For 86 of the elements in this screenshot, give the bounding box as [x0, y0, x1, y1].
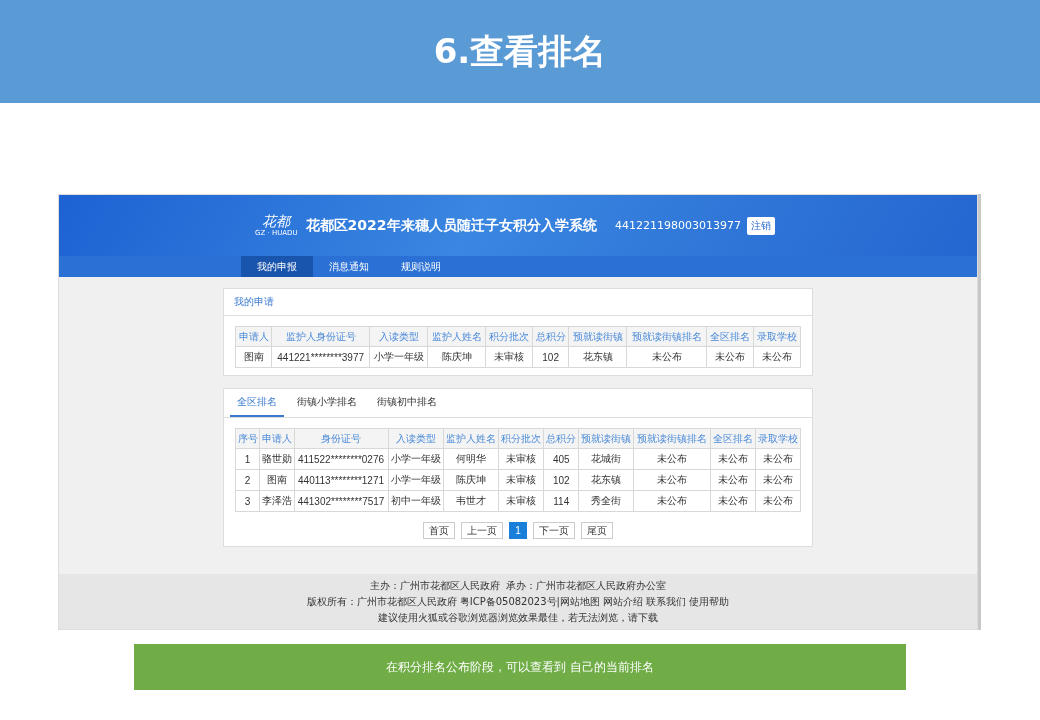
table-cell: 花东镇 [568, 346, 627, 368]
page-button[interactable]: 上一页 [461, 522, 504, 539]
table-cell: 3 [235, 490, 260, 512]
table-cell: 未审核 [498, 469, 544, 491]
scrollbar[interactable] [978, 194, 981, 630]
column-header: 入读类型 [388, 428, 444, 449]
table-cell: 花城街 [578, 448, 634, 470]
table-cell: 2 [235, 469, 260, 491]
column-header: 总积分 [543, 428, 579, 449]
nav-item[interactable]: 消息通知 [313, 256, 385, 277]
table-cell: 未公布 [755, 448, 801, 470]
column-header: 监护人身份证号 [271, 326, 370, 347]
table-cell: 陈庆坤 [427, 346, 486, 368]
footer-text: 版权所有：广州市花都区人民政府 粤ICP备05082023号|网站地图 网站介绍 联系我们 使用帮助 [306, 594, 730, 609]
table-cell: 未审核 [485, 346, 533, 368]
tab[interactable]: 街镇初中排名 [370, 389, 444, 417]
table-cell: 未公布 [753, 346, 801, 368]
table-cell: 未公布 [710, 490, 756, 512]
footer-text: 主办：广州市花都区人民政府 承办：广州市花都区人民政府办公室 [369, 578, 667, 593]
table-cell: 初中一年级 [388, 490, 444, 512]
column-header: 申请人 [235, 326, 272, 347]
table-cell: 440113********1271 [294, 469, 389, 491]
logo-mark: 花都 [262, 213, 291, 229]
table-cell: 未公布 [710, 448, 756, 470]
table-cell: 图南 [235, 346, 272, 368]
column-header: 全区排名 [710, 428, 756, 449]
site-title: 花都区2022年来穗人员随迁子女积分入学系统 [305, 216, 597, 235]
table-cell: 441221********3977 [271, 346, 370, 368]
table-cell: 441302********7517 [294, 490, 389, 512]
table-cell: 未公布 [633, 448, 711, 470]
table-cell: 未审核 [498, 448, 544, 470]
user-id: 441221198003013977 [615, 219, 741, 232]
table-cell: 114 [543, 490, 579, 512]
table-cell: 未公布 [633, 469, 711, 491]
nav-item[interactable]: 规则说明 [385, 256, 457, 277]
table-cell: 102 [532, 346, 569, 368]
table-cell: 陈庆坤 [443, 469, 499, 491]
table-cell: 102 [543, 469, 579, 491]
table-cell: 小学一年级 [369, 346, 428, 368]
page-button[interactable]: 1 [509, 522, 527, 539]
column-header: 总积分 [532, 326, 569, 347]
table-cell: 骆世勋 [259, 448, 295, 470]
column-header: 积分批次 [498, 428, 544, 449]
column-header: 预就读街镇 [568, 326, 627, 347]
caption-text: 在积分排名公布阶段，可以查看到 自己的当前排名 [386, 658, 654, 676]
column-header: 申请人 [259, 428, 295, 449]
tab[interactable]: 全区排名 [230, 389, 284, 417]
table-cell: 小学一年级 [388, 448, 444, 470]
column-header: 积分批次 [485, 326, 533, 347]
column-header: 身份证号 [294, 428, 389, 449]
table-cell: 未公布 [626, 346, 707, 368]
column-header: 预就读街镇 [578, 428, 634, 449]
column-header: 录取学校 [753, 326, 801, 347]
table-cell: 411522********0276 [294, 448, 389, 470]
tab[interactable]: 街镇小学排名 [290, 389, 364, 417]
table-cell: 小学一年级 [388, 469, 444, 491]
column-header: 序号 [235, 428, 260, 449]
table-cell: 花东镇 [578, 469, 634, 491]
page-button[interactable]: 尾页 [580, 522, 613, 539]
table-cell: 秀全街 [578, 490, 634, 512]
table-cell: 未公布 [755, 469, 801, 491]
table-cell: 未公布 [633, 490, 711, 512]
table-cell: 未审核 [498, 490, 544, 512]
page-button[interactable]: 首页 [423, 522, 456, 539]
column-header: 入读类型 [369, 326, 428, 347]
logout-button[interactable]: 注销 [747, 216, 775, 235]
table-cell: 图南 [259, 469, 295, 491]
panel-title: 我的申请 [234, 295, 274, 309]
column-header: 监护人姓名 [443, 428, 499, 449]
column-header: 预就读街镇排名 [633, 428, 711, 449]
column-header: 录取学校 [755, 428, 801, 449]
table-cell: 未公布 [710, 469, 756, 491]
column-header: 全区排名 [706, 326, 754, 347]
column-header: 预就读街镇排名 [626, 326, 707, 347]
table-cell: 未公布 [755, 490, 801, 512]
table-cell: 1 [235, 448, 260, 470]
table-cell: 韦世才 [443, 490, 499, 512]
table-cell: 何明华 [443, 448, 499, 470]
nav-item[interactable]: 我的申报 [241, 256, 313, 277]
column-header: 监护人姓名 [427, 326, 486, 347]
footer-text: 建议使用火狐或谷歌浏览器浏览效果最佳，若无法浏览，请下载 [378, 610, 658, 625]
slide-title: 6.查看排名 [433, 29, 607, 73]
table-cell: 405 [543, 448, 579, 470]
table-cell: 未公布 [706, 346, 754, 368]
table-cell: 李泽浩 [259, 490, 295, 512]
page-button[interactable]: 下一页 [532, 522, 575, 539]
